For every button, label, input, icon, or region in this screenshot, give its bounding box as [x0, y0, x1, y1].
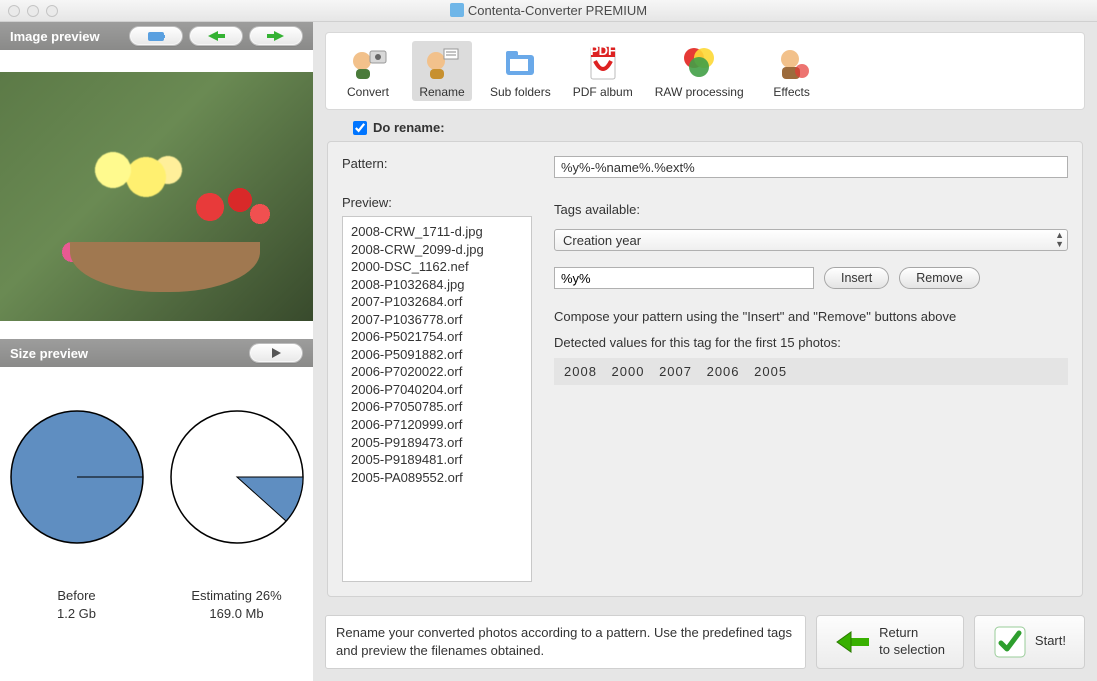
preview-file-item: 2005-P9189481.orf — [351, 451, 523, 469]
next-image-button[interactable] — [249, 26, 303, 46]
preview-file-item: 2000-DSC_1162.nef — [351, 258, 523, 276]
arrow-left-icon — [835, 628, 871, 656]
zoom-mode-button[interactable] — [129, 26, 183, 46]
after-pie-chart — [167, 407, 307, 547]
insert-button[interactable]: Insert — [824, 267, 889, 289]
toolbar: Convert Rename Sub folders PDF PDF album — [325, 32, 1085, 110]
image-preview — [0, 72, 313, 321]
checkmark-icon — [993, 625, 1027, 659]
pattern-input[interactable] — [554, 156, 1068, 178]
tab-pdf-album[interactable]: PDF PDF album — [569, 41, 637, 101]
preview-file-item: 2007-P1036778.orf — [351, 311, 523, 329]
tags-available-label: Tags available: — [554, 202, 1068, 217]
preview-file-item: 2005-P9189473.orf — [351, 434, 523, 452]
do-rename-checkbox[interactable]: Do rename: — [353, 120, 1085, 135]
pdf-icon: PDF — [583, 43, 623, 83]
tags-select[interactable]: Creation year — [554, 229, 1068, 251]
tab-rename[interactable]: Rename — [412, 41, 472, 101]
window-controls — [8, 5, 58, 17]
preview-file-item: 2008-CRW_2099-d.jpg — [351, 241, 523, 259]
preview-file-item: 2006-P7020022.orf — [351, 363, 523, 381]
before-pie-chart — [7, 407, 147, 547]
image-preview-header: Image preview — [0, 22, 313, 50]
preview-file-item: 2008-CRW_1711-d.jpg — [351, 223, 523, 241]
hint-text: Rename your converted photos according t… — [325, 615, 806, 669]
app-icon — [450, 3, 464, 17]
filename-preview-list[interactable]: 2008-CRW_1711-d.jpg2008-CRW_2099-d.jpg20… — [342, 216, 532, 582]
select-arrows-icon: ▲▼ — [1055, 231, 1064, 249]
titlebar: Contenta-Converter PREMIUM — [0, 0, 1097, 22]
remove-button[interactable]: Remove — [899, 267, 980, 289]
preview-file-item: 2006-P5021754.orf — [351, 328, 523, 346]
zoom-window-button[interactable] — [46, 5, 58, 17]
folder-icon — [500, 43, 540, 83]
pattern-label: Pattern: — [342, 156, 532, 171]
svg-text:PDF: PDF — [590, 43, 616, 58]
estimating-label: Estimating 26% — [191, 587, 281, 605]
preview-label: Preview: — [342, 195, 532, 210]
preview-file-item: 2006-P7120999.orf — [351, 416, 523, 434]
effects-icon — [772, 43, 812, 83]
return-button[interactable]: Returnto selection — [816, 615, 964, 669]
minimize-window-button[interactable] — [27, 5, 39, 17]
detected-values: 2008 2000 2007 2006 2005 — [554, 358, 1068, 385]
main-panel: Convert Rename Sub folders PDF PDF album — [313, 22, 1097, 681]
preview-file-item: 2006-P7050785.orf — [351, 398, 523, 416]
tab-effects[interactable]: Effects — [762, 41, 822, 101]
rename-icon — [422, 43, 462, 83]
prev-image-button[interactable] — [189, 26, 243, 46]
tab-subfolders[interactable]: Sub folders — [486, 41, 555, 101]
estimating-value: 169.0 Mb — [191, 605, 281, 623]
rename-panel: Pattern: Preview: 2008-CRW_1711-d.jpg200… — [327, 141, 1083, 597]
size-preview-play-button[interactable] — [249, 343, 303, 363]
detected-label: Detected values for this tag for the fir… — [554, 335, 1068, 350]
tag-token-input[interactable] — [554, 267, 814, 289]
start-button[interactable]: Start! — [974, 615, 1085, 669]
preview-file-item: 2006-P5091882.orf — [351, 346, 523, 364]
do-rename-input[interactable] — [353, 121, 367, 135]
preview-file-item: 2007-P1032684.orf — [351, 293, 523, 311]
compose-hint: Compose your pattern using the "Insert" … — [554, 307, 1068, 327]
preview-file-item: 2008-P1032684.jpg — [351, 276, 523, 294]
convert-icon — [348, 43, 388, 83]
size-preview-title: Size preview — [10, 346, 88, 361]
preview-file-item: 2006-P7040204.orf — [351, 381, 523, 399]
window-title: Contenta-Converter PREMIUM — [0, 3, 1097, 18]
before-value: 1.2 Gb — [57, 605, 96, 623]
close-window-button[interactable] — [8, 5, 20, 17]
tab-raw[interactable]: RAW processing — [651, 41, 748, 101]
preview-file-item: 2005-PA089552.orf — [351, 469, 523, 487]
size-preview-header: Size preview — [0, 339, 313, 367]
tab-convert[interactable]: Convert — [338, 41, 398, 101]
left-sidebar: Image preview Size preview — [0, 22, 313, 681]
before-label: Before — [57, 587, 96, 605]
raw-icon — [679, 43, 719, 83]
image-preview-title: Image preview — [10, 29, 100, 44]
